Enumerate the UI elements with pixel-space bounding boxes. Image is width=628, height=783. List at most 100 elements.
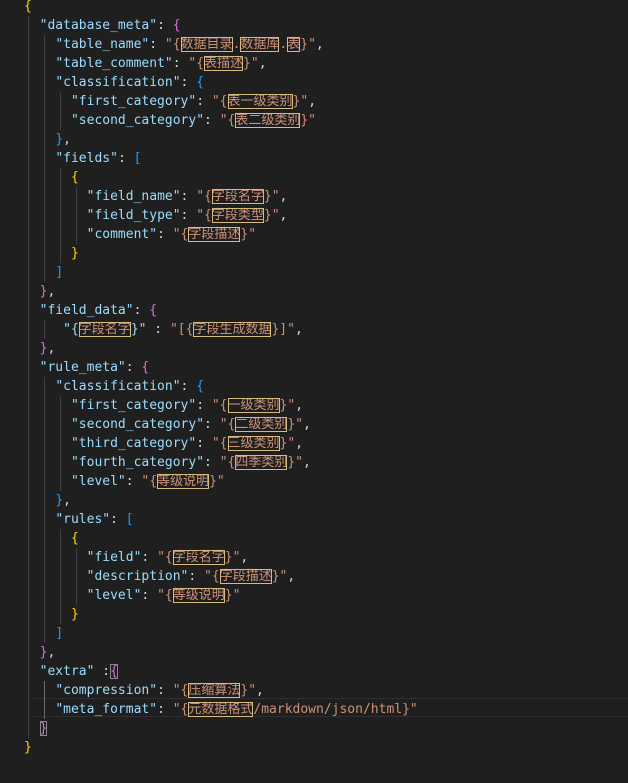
punct-token: , — [256, 683, 264, 698]
punct-token — [24, 94, 71, 109]
code-line[interactable]: } — [24, 719, 48, 738]
bracket: ] — [55, 626, 64, 641]
punct-token: : — [196, 398, 212, 413]
code-line[interactable]: "field_name": "{字段名字}", — [24, 187, 287, 206]
punct-token: , — [63, 132, 71, 147]
code-line[interactable]: "level": "{等级说明}" — [24, 586, 240, 605]
string-token: "{ — [172, 227, 189, 242]
code-line[interactable]: }, — [24, 339, 56, 358]
punct-token — [24, 702, 55, 717]
code-line[interactable]: "database_meta": { — [24, 16, 181, 35]
code-line[interactable]: "second_category": "{表二级类别}" — [24, 111, 316, 130]
code-line[interactable]: "field_type": "{字段类型}", — [24, 206, 287, 225]
code-line[interactable]: "table_name": "{数据目录.数据库.表}", — [24, 35, 324, 54]
code-line[interactable]: }, — [24, 130, 71, 149]
code-line[interactable]: "classification": { — [24, 377, 204, 396]
punct-token: : — [94, 664, 111, 679]
json-key: "field" — [86, 550, 142, 565]
punct-token — [24, 474, 71, 489]
bracket: { — [196, 379, 205, 394]
string-token: }" — [279, 436, 296, 451]
punct-token: , — [287, 569, 296, 584]
json-key: "table_comment" — [55, 56, 173, 71]
code-line[interactable]: } — [24, 605, 79, 624]
code-line[interactable]: { — [24, 529, 79, 548]
json-key: "meta_format" — [55, 702, 158, 717]
code-line[interactable]: "rules": [ — [24, 510, 134, 529]
code-line[interactable]: "extra" :{ — [24, 662, 118, 681]
punct-token: : — [196, 436, 212, 451]
string-token: }" — [209, 474, 225, 489]
code-line[interactable]: { — [24, 0, 32, 16]
string-token: }" — [271, 569, 288, 584]
punct-token — [24, 132, 55, 147]
code-line[interactable]: "rule_meta": { — [24, 358, 150, 377]
code-line[interactable]: "comment": "{字段描述}" — [24, 225, 256, 244]
string-token: "{ — [219, 455, 236, 470]
string-token: }" — [279, 398, 296, 413]
code-line[interactable]: "field": "{字段名字}", — [24, 548, 248, 567]
json-key: "level" — [70, 474, 126, 489]
code-line[interactable]: "field_data": { — [24, 301, 157, 320]
bracket: [ — [125, 512, 134, 527]
code-line[interactable]: }, — [24, 282, 56, 301]
bracket: } — [70, 246, 79, 261]
string-token: "{ — [211, 94, 228, 109]
string-token: "{ — [219, 113, 236, 128]
punct-token — [24, 512, 55, 527]
punct-token: : — [180, 208, 197, 223]
json-key: "table_name" — [55, 37, 150, 52]
code-line[interactable]: } — [24, 738, 32, 757]
bracket: } — [55, 132, 64, 147]
code-line[interactable]: ] — [24, 624, 63, 643]
code-line[interactable]: "level": "{等级说明}" — [24, 472, 225, 491]
bracket: } — [24, 740, 32, 755]
punct-token: , — [47, 284, 56, 299]
code-line[interactable]: "first_category": "{表一级类别}", — [24, 92, 316, 111]
placeholder-highlight: 字段类型 — [211, 208, 264, 223]
punct-token: , — [240, 550, 249, 565]
code-line[interactable]: "compression": "{压缩算法}", — [24, 681, 264, 700]
code-line[interactable]: "second_category": "{二级类别}", — [24, 415, 311, 434]
code-line[interactable]: "description": "{字段描述}", — [24, 567, 295, 586]
placeholder-highlight: 字段名字 — [211, 189, 264, 204]
code-line[interactable]: "fourth_category": "{四季类别}", — [24, 453, 311, 472]
bracket: { — [196, 75, 205, 90]
string-token: "{ — [157, 550, 173, 565]
code-line[interactable]: }, — [24, 491, 71, 510]
punct-token — [24, 56, 55, 71]
json-key: "second_category" — [70, 113, 205, 128]
code-line[interactable]: "third_category": "{三级类别}", — [24, 434, 303, 453]
punct-token: : — [204, 455, 220, 470]
punct-token: : — [117, 151, 134, 166]
code-line[interactable]: { — [24, 168, 79, 187]
code-line[interactable]: "first_category": "{一级类别}", — [24, 396, 303, 415]
punct-token — [24, 151, 55, 166]
code-editor[interactable]: { "database_meta": { "table_name": "{数据目… — [0, 0, 628, 783]
placeholder-highlight: 数据目录 — [180, 37, 233, 52]
code-line[interactable]: } — [24, 244, 79, 263]
code-line[interactable]: "{字段名字}" : "[{字段生成数据}]", — [24, 320, 303, 339]
punct-token — [24, 246, 71, 261]
punct-token — [24, 284, 40, 299]
code-line[interactable]: "table_comment": "{表描述}", — [24, 54, 267, 73]
punct-token: : — [125, 474, 142, 489]
placeholder-highlight: 压缩算法 — [188, 683, 241, 698]
string-token: }" — [292, 94, 309, 109]
punct-token — [24, 360, 40, 375]
json-key: "field_name" — [86, 189, 181, 204]
code-line[interactable]: "classification": { — [24, 73, 204, 92]
json-key: "first_category" — [70, 94, 197, 109]
code-line[interactable]: }, — [24, 643, 56, 662]
placeholder-highlight: 字段名字 — [172, 550, 225, 565]
bracket: { — [141, 360, 150, 375]
code-line[interactable]: ] — [24, 263, 63, 282]
punct-token — [24, 208, 87, 223]
punct-token: , — [308, 94, 317, 109]
code-line[interactable]: "meta_format": "{元数据格式/markdown/json/htm… — [24, 700, 418, 719]
punct-token — [24, 531, 71, 546]
string-token: }" — [300, 113, 317, 128]
code-line[interactable]: "fields": [ — [24, 149, 141, 168]
punct-token: , — [294, 322, 303, 337]
json-key: "classification" — [55, 75, 181, 90]
